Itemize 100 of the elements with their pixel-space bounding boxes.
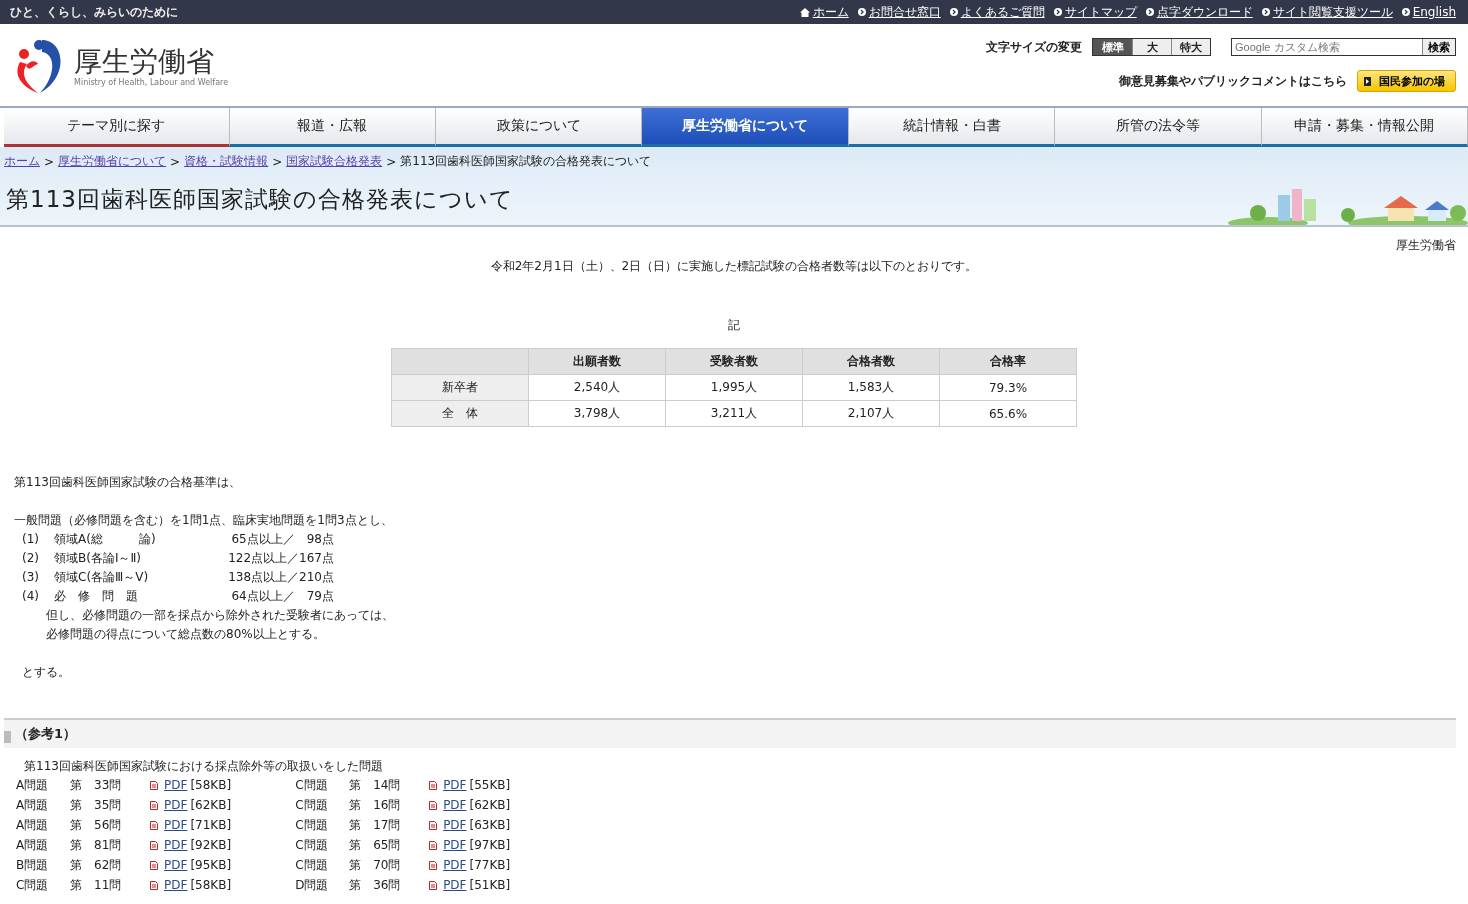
intro-text: 令和2年2月1日（土）、2日（日）に実施した標記試験の合格者数等は以下のとおりです。 <box>489 258 979 275</box>
pdf-icon <box>150 860 158 870</box>
font-size-label: 文字サイズの変更 <box>986 38 1082 56</box>
question-number: 第 36問 <box>349 876 402 894</box>
nav-tab[interactable]: 統計情報・白書 <box>848 108 1056 147</box>
arrow-icon <box>949 8 958 16</box>
criterion-area: 必 修 問 題 <box>54 587 184 606</box>
top-link[interactable]: ホーム <box>799 3 849 21</box>
font-size-button[interactable]: 標準 <box>1093 39 1132 55</box>
pdf-link[interactable]: PDF <box>443 818 467 832</box>
tagline: ひと、くらし、みらいのために <box>10 3 178 21</box>
criteria-heading: 第113回歯科医師国家試験の合格基準は、 <box>14 474 242 491</box>
question-number: 第 56問 <box>70 816 123 834</box>
arrow-icon <box>1145 8 1154 16</box>
question-group: A問題 <box>16 796 70 814</box>
nav-tab[interactable]: 厚生労働省について <box>642 108 849 147</box>
question-number: 第 16問 <box>349 796 402 814</box>
pdf-icon <box>429 860 438 870</box>
criterion-area: 領域C(各論Ⅲ～Ⅴ) <box>54 568 184 587</box>
question-group: C問題 <box>295 856 350 874</box>
question-number: 第 62問 <box>70 856 123 874</box>
top-link[interactable]: お問合せ窓口 <box>857 3 941 21</box>
nav-tab[interactable]: 申請・募集・情報公開 <box>1261 108 1468 147</box>
table-header: 合格率 <box>939 348 1077 375</box>
table-cell: 1,583人 <box>802 374 940 401</box>
file-size: [63KB] <box>469 818 511 832</box>
criterion-score: 122点以上／167点 <box>227 550 334 567</box>
breadcrumb-link[interactable]: 厚生労働省について <box>58 153 167 170</box>
breadcrumb-separator: > <box>44 154 55 169</box>
pdf-link[interactable]: PDF <box>164 798 188 812</box>
file-size: [58KB] <box>190 778 232 792</box>
pdf-link[interactable]: PDF <box>443 778 467 792</box>
file-size: [77KB] <box>469 858 511 872</box>
pdf-icon <box>429 780 438 790</box>
heading-marker <box>4 731 11 743</box>
question-group: A問題 <box>16 816 70 834</box>
criterion-score: 65点以上／ 98点 <box>230 531 334 548</box>
file-size: [92KB] <box>190 838 232 852</box>
nav-tab[interactable]: 報道・広報 <box>229 108 437 147</box>
top-link[interactable]: サイトマップ <box>1053 3 1137 21</box>
issuer: 厚生労働省 <box>1395 237 1456 254</box>
table-cell: 79.3% <box>939 374 1077 401</box>
participation-button[interactable]: 国民参加の場 <box>1357 70 1456 92</box>
pdf-icon <box>150 800 158 810</box>
question-group: D問題 <box>295 876 350 894</box>
question-group: A問題 <box>16 776 70 794</box>
question-group: B問題 <box>16 856 70 874</box>
pdf-icon <box>429 800 438 810</box>
question-group: C問題 <box>295 816 350 834</box>
criterion-number: (4) <box>22 588 40 605</box>
pdf-icon <box>429 880 438 890</box>
table-cell: 2,540人 <box>528 374 666 401</box>
pdf-link[interactable]: PDF <box>443 878 467 892</box>
pdf-link[interactable]: PDF <box>164 818 188 832</box>
table-header: 合格者数 <box>802 348 940 375</box>
criterion-note: 必修問題の得点について総点数の80%以上とする。 <box>45 626 326 643</box>
reference-heading: （参考1） <box>15 725 77 743</box>
question-group: C問題 <box>295 836 350 854</box>
question-number: 第 17問 <box>349 816 402 834</box>
criterion-area: 領域A(総 論) <box>54 530 184 549</box>
nav-tab[interactable]: テーマ別に探す <box>4 108 230 147</box>
nav-tab[interactable]: 所管の法令等 <box>1055 108 1262 147</box>
arrow-icon <box>857 8 866 16</box>
pdf-link[interactable]: PDF <box>164 778 188 792</box>
question-number: 第 65問 <box>349 836 402 854</box>
pdf-link[interactable]: PDF <box>443 838 467 852</box>
search-button[interactable]: 検索 <box>1422 39 1455 55</box>
table-cell: 65.6% <box>939 400 1077 427</box>
pdf-icon <box>429 820 438 830</box>
file-size: [62KB] <box>190 798 232 812</box>
criteria-end: とする。 <box>21 664 71 681</box>
top-link[interactable]: 点字ダウンロード <box>1145 3 1253 21</box>
top-link[interactable]: サイト閲覧支援ツール <box>1261 3 1393 21</box>
table-header: 出願者数 <box>528 348 666 375</box>
arrow-icon <box>1261 8 1270 16</box>
criterion-number: (2) <box>22 550 40 567</box>
top-link[interactable]: English <box>1401 5 1456 19</box>
pdf-link[interactable]: PDF <box>164 858 188 872</box>
pdf-link[interactable]: PDF <box>443 798 467 812</box>
breadcrumb-separator: > <box>386 154 397 169</box>
breadcrumb-link[interactable]: 国家試験合格発表 <box>286 153 383 170</box>
font-size-button[interactable]: 大 <box>1132 39 1171 55</box>
arrow-icon <box>1401 8 1410 16</box>
question-group: A問題 <box>16 836 70 854</box>
file-size: [51KB] <box>469 878 511 892</box>
pdf-link[interactable]: PDF <box>164 838 188 852</box>
top-link[interactable]: よくあるご質問 <box>949 3 1045 21</box>
search-field[interactable]: Google カスタム検索 検索 <box>1231 38 1456 56</box>
pdf-link[interactable]: PDF <box>443 858 467 872</box>
breadcrumb-link[interactable]: ホーム <box>4 153 40 170</box>
breadcrumb-current: 第113回歯科医師国家試験の合格発表について <box>400 153 652 170</box>
breadcrumb-link[interactable]: 資格・試験情報 <box>184 153 269 170</box>
pdf-icon <box>150 820 158 830</box>
table-cell: 3,211人 <box>665 400 803 427</box>
pdf-link[interactable]: PDF <box>164 878 188 892</box>
nav-tab[interactable]: 政策について <box>436 108 643 147</box>
font-size-button[interactable]: 特大 <box>1171 39 1210 55</box>
question-number: 第 11問 <box>70 876 123 894</box>
file-size: [58KB] <box>190 878 232 892</box>
arrow-icon <box>1053 8 1062 16</box>
